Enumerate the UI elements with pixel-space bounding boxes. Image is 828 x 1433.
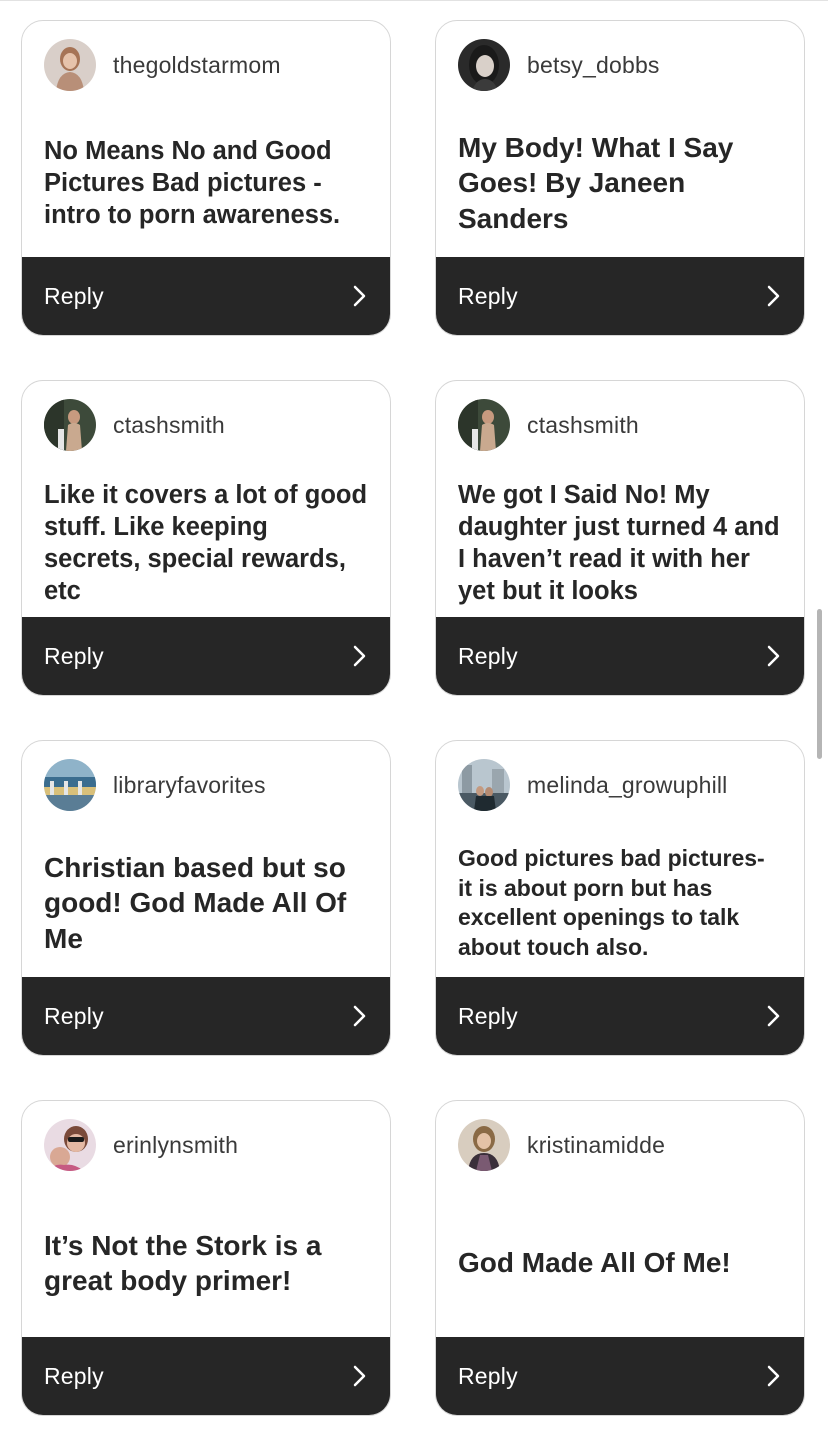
comment-text: We got I Said No! My daughter just turne… [458, 481, 780, 605]
comment-text: No Means No and Good Pictures Bad pictur… [44, 137, 341, 229]
avatar[interactable] [458, 1119, 510, 1171]
comment-header: betsy_dobbs [458, 39, 660, 91]
comment-body: Good pictures bad pictures- it is about … [458, 827, 784, 979]
comment-card: libraryfavorites Christian based but so … [21, 740, 391, 1056]
comment-grid: thegoldstarmom No Means No and Good Pict… [0, 0, 828, 1433]
comment-text: My Body! What I Say Goes! By Janeen Sand… [458, 131, 734, 234]
chevron-right-icon [766, 1005, 780, 1027]
comment-text: Christian based but so good! God Made Al… [44, 851, 347, 954]
comment-header: ctashsmith [44, 399, 225, 451]
reply-button[interactable]: Reply [22, 977, 390, 1055]
username[interactable]: kristinamidde [527, 1132, 665, 1159]
comment-text: Like it covers a lot of good stuff. Like… [44, 481, 368, 605]
avatar[interactable] [44, 1119, 96, 1171]
reply-label: Reply [458, 1362, 518, 1389]
comment-body: God Made All Of Me! [458, 1187, 784, 1339]
reply-label: Reply [44, 1362, 104, 1389]
avatar[interactable] [458, 759, 510, 811]
chevron-right-icon [352, 1365, 366, 1387]
avatar[interactable] [458, 399, 510, 451]
comment-header: thegoldstarmom [44, 39, 281, 91]
reply-button[interactable]: Reply [436, 977, 804, 1055]
chevron-right-icon [352, 285, 366, 307]
comment-card: erinlynsmith It’s Not the Stork is a gre… [21, 1100, 391, 1416]
chevron-right-icon [766, 1365, 780, 1387]
comment-card: kristinamidde God Made All Of Me! Reply [435, 1100, 805, 1416]
reply-button[interactable]: Reply [22, 617, 390, 695]
comment-card: betsy_dobbs My Body! What I Say Goes! By… [435, 20, 805, 336]
reply-label: Reply [44, 1002, 104, 1029]
comment-card: melinda_growuphill Good pictures bad pic… [435, 740, 805, 1056]
comment-body: Christian based but so good! God Made Al… [44, 827, 370, 979]
reply-label: Reply [458, 1002, 518, 1029]
reply-button[interactable]: Reply [436, 257, 804, 335]
username[interactable]: erinlynsmith [113, 1132, 238, 1159]
comment-header: libraryfavorites [44, 759, 266, 811]
comment-body: We got I Said No! My daughter just turne… [458, 467, 784, 619]
comment-text: Good pictures bad pictures- it is about … [458, 845, 765, 960]
reply-button[interactable]: Reply [22, 257, 390, 335]
avatar[interactable] [44, 759, 96, 811]
reply-label: Reply [458, 282, 518, 309]
reply-button[interactable]: Reply [436, 1337, 804, 1415]
scrollbar-thumb[interactable] [817, 609, 822, 759]
username[interactable]: libraryfavorites [113, 772, 266, 799]
comment-text: It’s Not the Stork is a great body prime… [44, 1229, 322, 1297]
comment-body: No Means No and Good Pictures Bad pictur… [44, 107, 370, 259]
comment-body: My Body! What I Say Goes! By Janeen Sand… [458, 107, 784, 259]
avatar[interactable] [458, 39, 510, 91]
comment-card: ctashsmith We got I Said No! My daughter… [435, 380, 805, 696]
username[interactable]: thegoldstarmom [113, 52, 281, 79]
comment-card: thegoldstarmom No Means No and Good Pict… [21, 20, 391, 336]
reply-label: Reply [44, 642, 104, 669]
reply-label: Reply [458, 642, 518, 669]
comment-text: God Made All Of Me! [458, 1247, 731, 1279]
chevron-right-icon [766, 285, 780, 307]
reply-label: Reply [44, 282, 104, 309]
comment-header: melinda_growuphill [458, 759, 728, 811]
comment-header: erinlynsmith [44, 1119, 238, 1171]
avatar[interactable] [44, 399, 96, 451]
comment-body: Like it covers a lot of good stuff. Like… [44, 467, 370, 619]
reply-button[interactable]: Reply [22, 1337, 390, 1415]
comment-header: kristinamidde [458, 1119, 665, 1171]
avatar[interactable] [44, 39, 96, 91]
username[interactable]: ctashsmith [113, 412, 225, 439]
username[interactable]: betsy_dobbs [527, 52, 660, 79]
chevron-right-icon [352, 1005, 366, 1027]
username[interactable]: ctashsmith [527, 412, 639, 439]
reply-button[interactable]: Reply [436, 617, 804, 695]
comment-header: ctashsmith [458, 399, 639, 451]
username[interactable]: melinda_growuphill [527, 772, 728, 799]
comment-card: ctashsmith Like it covers a lot of good … [21, 380, 391, 696]
comment-body: It’s Not the Stork is a great body prime… [44, 1187, 370, 1339]
chevron-right-icon [352, 645, 366, 667]
chevron-right-icon [766, 645, 780, 667]
